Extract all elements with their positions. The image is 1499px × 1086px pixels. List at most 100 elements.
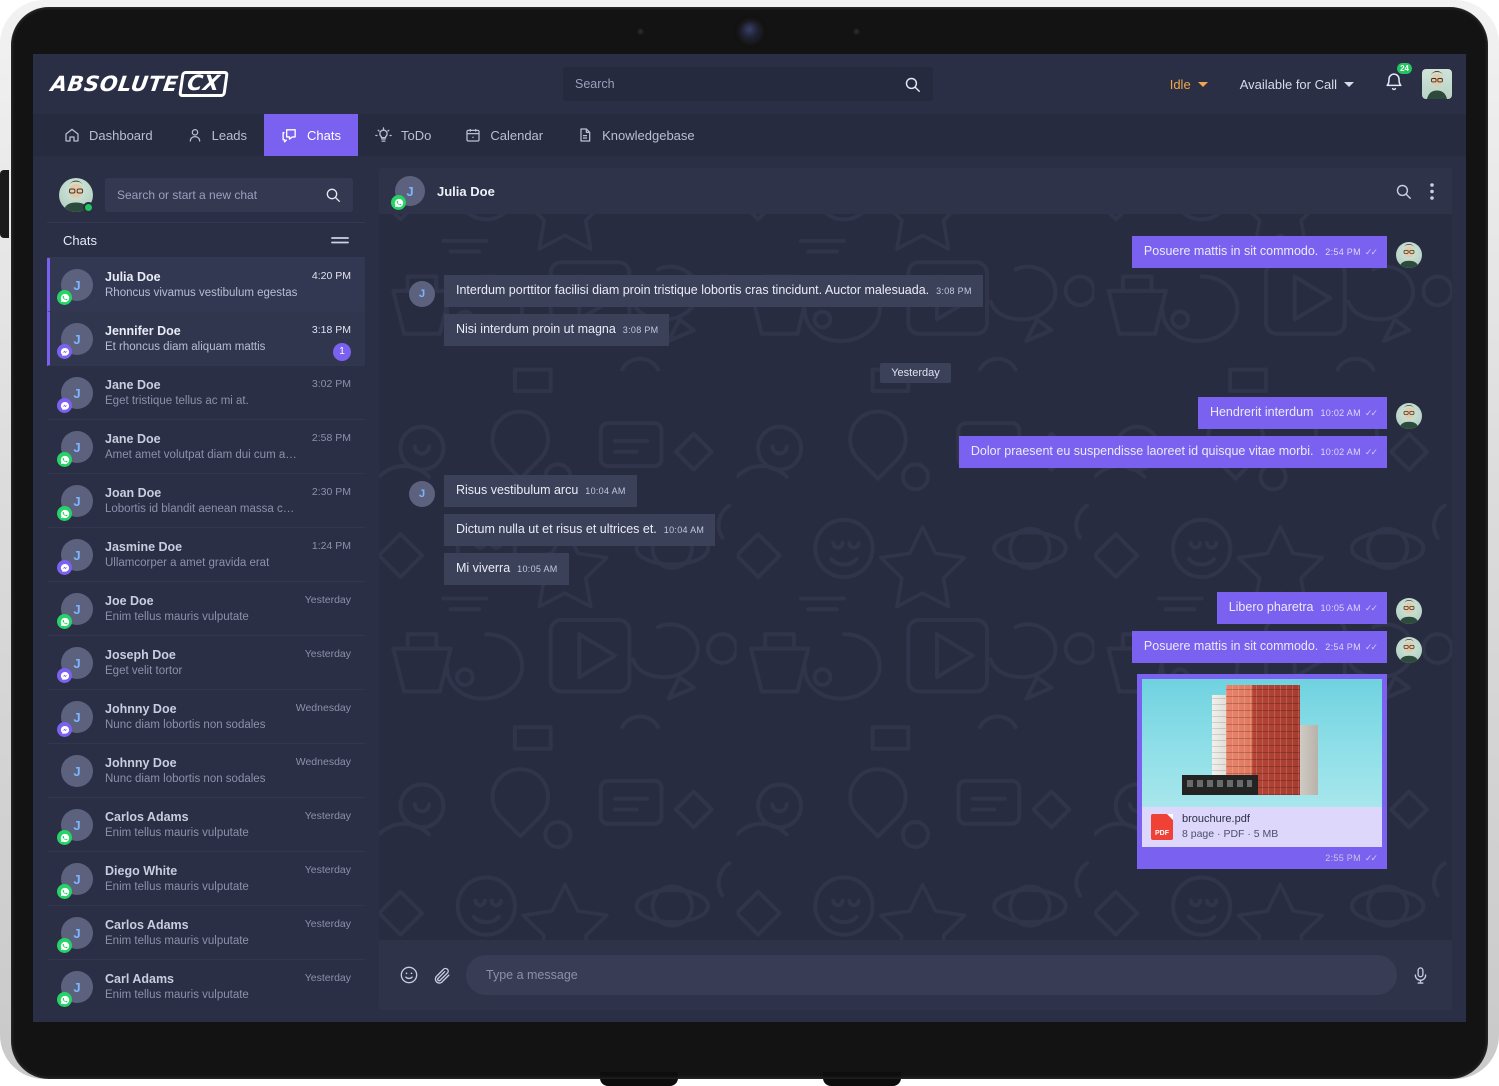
avatar-initial: J [73, 764, 80, 779]
chat-item-meta: Wednesday [296, 755, 351, 769]
chat-contact-name: Carlos Adams [105, 917, 293, 933]
read-receipt-icon: ✓✓ [1365, 642, 1376, 652]
nav-item-chats[interactable]: Chats [264, 114, 358, 156]
message-avatar [1396, 637, 1422, 663]
pdf-icon: PDF [1151, 814, 1173, 840]
attachment-card[interactable]: PDFbrouchure.pdf8 page · PDF · 5 MB2:55 … [1137, 674, 1387, 869]
filter-menu-icon[interactable] [331, 234, 349, 246]
message-input-wrapper[interactable] [466, 955, 1397, 995]
search-icon[interactable] [892, 76, 933, 93]
message-bubble[interactable]: Dictum nulla ut et risus et ultrices et.… [444, 514, 715, 546]
bell-icon [1384, 72, 1404, 92]
chat-timestamp: 4:20 PM [312, 269, 351, 283]
chat-item-text: Joseph DoeEget velit tortor [105, 647, 293, 679]
nav-item-dashboard[interactable]: Dashboard [47, 114, 170, 156]
message-text: Posuere mattis in sit commodo. [1144, 639, 1318, 653]
chat-timestamp: 2:58 PM [312, 431, 351, 445]
chat-item-meta: 4:20 PM [312, 269, 351, 283]
chat-list-item[interactable]: J Carlos AdamsEnim tellus mauris vulputat… [47, 906, 365, 960]
chat-preview-text: Eget tristique tellus ac mi at. [105, 393, 300, 409]
message-timestamp: 2:54 PM [1325, 642, 1361, 652]
global-search[interactable] [563, 67, 933, 101]
sensor-dot-left [637, 28, 644, 35]
logo-text-badge: CX [178, 71, 228, 97]
message-bubble[interactable]: Posuere mattis in sit commodo.2:54 PM✓✓ [1132, 236, 1387, 268]
smiley-icon[interactable] [399, 965, 419, 985]
chat-list-item[interactable]: JJoan DoeLobortis id blandit aenean mass… [47, 474, 365, 528]
chat-list-item[interactable]: JJane DoeAmet amet volutpat diam dui cum… [47, 420, 365, 474]
chat-list-item[interactable]: JCarlos AdamsEnim tellus mauris vulputat… [47, 798, 365, 852]
nav-item-todo[interactable]: ToDo [358, 114, 448, 156]
chat-list-item[interactable]: JJohnny DoeNunc diam lobortis non sodale… [47, 690, 365, 744]
chat-item-meta: 2:58 PM [312, 431, 351, 445]
chat-list-item[interactable]: JJoe DoeEnim tellus mauris vulputateYest… [47, 582, 365, 636]
chevron-down-icon [1344, 82, 1354, 87]
chat-search-input[interactable] [105, 188, 313, 202]
chat-search-box[interactable] [105, 178, 353, 212]
current-user-avatar[interactable] [59, 178, 93, 212]
chat-item-text: Jane DoeAmet amet volutpat diam dui cum … [105, 431, 300, 463]
availability-dropdown[interactable]: Available for Call [1224, 77, 1370, 92]
messenger-badge-icon [57, 668, 72, 683]
attachment-file-row[interactable]: PDFbrouchure.pdf8 page · PDF · 5 MB [1142, 807, 1382, 847]
chat-list[interactable]: J Julia DoeRhoncus vivamus vestibulum ege… [47, 258, 365, 1010]
contact-avatar: J [61, 647, 93, 679]
message-bubble[interactable]: Risus vestibulum arcu10:04 AM [444, 475, 637, 507]
global-search-input[interactable] [563, 77, 892, 91]
avatar-initial: J [73, 926, 80, 941]
message-bubble[interactable]: Nisi interdum proin ut magna3:08 PM [444, 314, 669, 346]
search-icon[interactable] [313, 187, 353, 203]
unread-count-badge: 1 [333, 343, 351, 361]
message-text: Mi viverra [456, 561, 510, 575]
chat-item-text: Carlos AdamsEnim tellus mauris vulputate [105, 917, 293, 949]
nav-item-leads[interactable]: Leads [170, 114, 264, 156]
status-dropdown[interactable]: Idle [1154, 77, 1224, 92]
more-options-icon[interactable] [1430, 183, 1434, 200]
nav-item-calendar[interactable]: Calendar [448, 114, 560, 156]
chat-list-item[interactable]: JJulia DoeRhoncus vivamus vestibulum ege… [47, 258, 365, 312]
chat-item-text: Joe DoeEnim tellus mauris vulputate [105, 593, 293, 625]
chat-list-item[interactable]: JJennifer DoeEt rhoncus diam aliquam mat… [47, 312, 365, 366]
chat-list-item[interactable]: JDiego WhiteEnim tellus mauris vulputate… [47, 852, 365, 906]
message-bubble[interactable]: Posuere mattis in sit commodo. 2:54 PM ✓✓ [1132, 631, 1387, 663]
chat-list-item[interactable]: JJoseph DoeEget velit tortorYesterday [47, 636, 365, 690]
chevron-down-icon [1198, 82, 1208, 87]
message-bubble[interactable]: Hendrerit interdum10:02 AM✓✓ [1198, 397, 1387, 429]
whatsapp-badge-icon [57, 506, 72, 521]
chat-list-item[interactable]: JJasmine DoeUllamcorper a amet gravida e… [47, 528, 365, 582]
message-bubble[interactable]: Dolor praesent eu suspendisse laoreet id… [959, 436, 1387, 468]
chat-item-text: Johnny DoeNunc diam lobortis non sodales [105, 701, 284, 733]
chat-list-item[interactable]: JJane DoeEget tristique tellus ac mi at.… [47, 366, 365, 420]
chat-contact-name: Johnny Doe [105, 755, 284, 771]
microphone-icon[interactable] [1411, 966, 1430, 985]
message-bubble[interactable]: Mi viverra10:05 AM [444, 553, 569, 585]
message-input[interactable] [466, 968, 1397, 982]
user-avatar[interactable] [1422, 69, 1452, 99]
whatsapp-badge-icon [57, 992, 72, 1007]
search-icon[interactable] [1395, 183, 1412, 200]
message-text: Dolor praesent eu suspendisse laoreet id… [971, 444, 1314, 458]
conversation-avatar: J [395, 176, 425, 206]
app-logo[interactable]: ABSOLUTECX [49, 71, 228, 97]
chat-list-item[interactable]: JJohnny DoeNunc diam lobortis non sodale… [47, 744, 365, 798]
notifications-button[interactable]: 24 [1370, 72, 1418, 97]
attachment-preview-image[interactable] [1142, 679, 1382, 807]
messages-container: Posuere mattis in sit commodo.2:54 PM✓✓J… [409, 236, 1422, 876]
chat-item-meta: 1:24 PM [312, 539, 351, 553]
contact-avatar: J [61, 917, 93, 949]
message-list[interactable]: Posuere mattis in sit commodo.2:54 PM✓✓J… [379, 214, 1452, 940]
message-bubble[interactable]: Libero pharetra10:05 AM✓✓ [1217, 592, 1387, 624]
paperclip-icon[interactable] [433, 966, 452, 985]
chat-timestamp: Yesterday [305, 917, 351, 931]
chat-preview-text: Nunc diam lobortis non sodales [105, 717, 284, 733]
chat-item-text: Julia DoeRhoncus vivamus vestibulum eges… [105, 269, 300, 301]
nav-label: Chats [307, 128, 341, 143]
chat-list-item[interactable]: JCarl AdamsEnim tellus mauris vulputateY… [47, 960, 365, 1010]
message-bubble[interactable]: Interdum porttitor facilisi diam proin t… [444, 275, 983, 307]
contact-avatar: J [61, 323, 93, 355]
chat-contact-name: Jennifer Doe [105, 323, 300, 339]
nav-item-knowledgebase[interactable]: Knowledgebase [560, 114, 712, 156]
contact-avatar: J [61, 971, 93, 1003]
message-timestamp: 10:02 AM [1320, 447, 1360, 457]
avatar-initial: J [73, 548, 80, 563]
